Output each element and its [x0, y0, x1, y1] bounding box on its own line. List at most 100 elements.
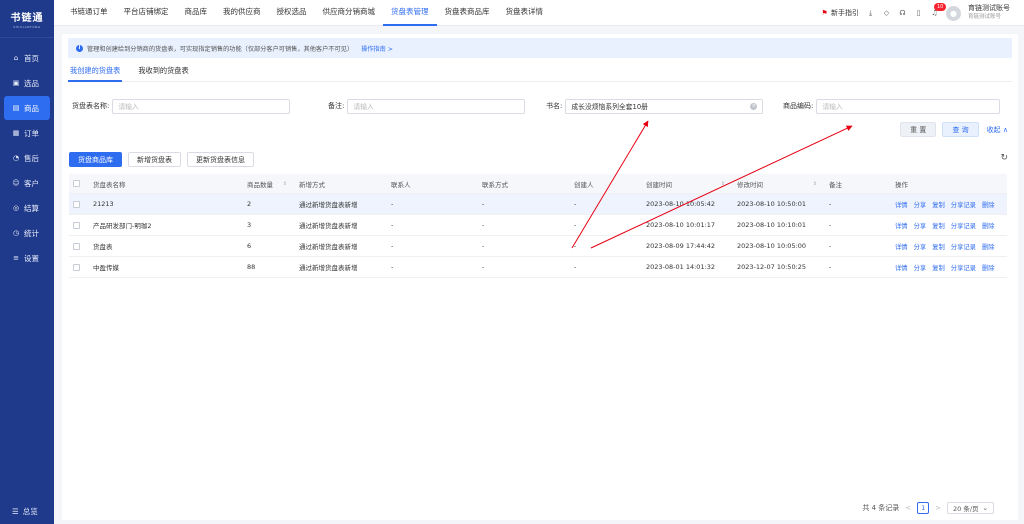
share-link[interactable]: 分享 — [914, 263, 927, 272]
row-actions: 详情 分享 复制 分享记录 删除 — [895, 221, 995, 230]
header-cell[interactable]: 创建时间 ⇕ — [640, 179, 731, 189]
table-body: 21213 2 通过新增货盘表新增 - - - 2023-08-10 10:05:42 202… — [69, 194, 1007, 278]
goods-library-button[interactable]: 货盘商品库 — [69, 152, 122, 167]
tab-received[interactable]: 我收到的货盘表 — [136, 66, 190, 82]
delete-link[interactable]: 删除 — [982, 242, 995, 251]
sort-icon[interactable]: ⇕ — [721, 181, 725, 187]
sidebar-item-stats[interactable]: ◷ 统计 — [4, 221, 50, 245]
user-info[interactable]: 育链测试账号 育链测试账号 — [968, 4, 1010, 22]
row-actions: 详情 分享 复制 分享记录 删除 — [895, 263, 995, 272]
bell-icon[interactable]: ♫ 10 — [930, 2, 947, 18]
detail-link[interactable]: 详情 — [895, 242, 908, 251]
sidebar-item-settings[interactable]: ≡ 设置 — [4, 246, 50, 270]
table-row[interactable]: 中盈传媒 88 通过新增货盘表新增 - - - 2023-08-01 14:01:32 202… — [69, 257, 1007, 278]
tab-created[interactable]: 我创建的货盘表 — [68, 66, 123, 82]
sidebar-item-select[interactable]: ▣ 选品 — [4, 71, 50, 95]
share-link[interactable]: 分享 — [914, 242, 927, 251]
top-tab-0[interactable]: 书链通订单 — [62, 0, 116, 26]
clear-icon[interactable]: × — [750, 102, 758, 110]
sidebar-item-label: 商品 — [24, 103, 39, 113]
document-icon[interactable]: ▯ — [914, 9, 923, 18]
app-logo[interactable]: 书链通 SHULIANTONG — [0, 0, 54, 38]
top-tab-7[interactable]: 货盘表商品库 — [437, 0, 498, 26]
sidebar-item-label: 统计 — [24, 228, 39, 238]
share-link[interactable]: 分享 — [914, 200, 927, 209]
collapse-button[interactable]: 收起 ∧ — [987, 125, 1008, 135]
refresh-icon[interactable]: ↻ — [1000, 153, 1008, 163]
delete-link[interactable]: 删除 — [982, 200, 995, 209]
copy-link[interactable]: 复制 — [932, 200, 945, 209]
copy-link[interactable]: 复制 — [932, 242, 945, 251]
top-tab-5[interactable]: 供应商分销商城 — [315, 0, 384, 26]
avatar[interactable]: ● — [946, 5, 961, 21]
reset-button[interactable]: 重 置 — [900, 122, 937, 137]
detail-link[interactable]: 详情 — [895, 200, 908, 209]
download-icon[interactable]: ⤓ — [866, 9, 875, 18]
sort-icon[interactable]: ⇕ — [813, 181, 817, 187]
header-cell[interactable]: 修改时间 ⇕ — [731, 179, 823, 189]
sidebar-item-settle[interactable]: ◎ 结算 — [4, 196, 50, 220]
table-row[interactable]: 21213 2 通过新增货盘表新增 - - - 2023-08-10 10:05:42 202… — [69, 194, 1007, 215]
sidebar-item-home[interactable]: ⌂ 首页 — [4, 46, 50, 70]
headset-icon[interactable]: ☊ — [898, 9, 907, 18]
top-tab-3[interactable]: 我的供应商 — [215, 0, 269, 26]
top-tab-2[interactable]: 商品库 — [177, 0, 216, 26]
guide-link[interactable]: ⚑ 新手指引 — [820, 8, 859, 18]
page-number[interactable]: 1 — [917, 502, 930, 514]
sidebar-item-overview[interactable]: ☰ 总览 — [0, 502, 54, 520]
row-checkbox[interactable] — [73, 221, 80, 229]
copy-link[interactable]: 复制 — [932, 221, 945, 230]
row-checkbox[interactable] — [73, 200, 80, 208]
delete-link[interactable]: 删除 — [982, 221, 995, 230]
user-subname: 育链测试账号 — [968, 14, 1002, 20]
row-checkbox[interactable] — [73, 242, 80, 250]
top-tab-8[interactable]: 货盘表详情 — [498, 0, 552, 26]
page-size-select[interactable]: 20 条/页 ⌄ — [947, 502, 994, 514]
add-sheet-button[interactable]: 新增货盘表 — [128, 152, 181, 167]
next-page-button[interactable]: > — [935, 504, 941, 512]
table-row[interactable]: 产品研发部门-明珈2 3 通过新增货盘表新增 - - - 2023-08-10 10:01:… — [69, 215, 1007, 236]
book-input[interactable]: 成长没烦恼系列全套10册 × — [565, 98, 764, 114]
sidebar-item-order[interactable]: ▦ 订单 — [4, 121, 50, 145]
sidebar-item-goods[interactable]: ▤ 商品 — [4, 96, 50, 120]
sidebar-item-customer[interactable]: ☺ 客户 — [4, 171, 50, 195]
code-input[interactable]: 请输入 — [816, 98, 1001, 114]
update-sheet-button[interactable]: 更新货盘表信息 — [187, 152, 254, 167]
top-tab-6[interactable]: 货盘表管理 — [383, 0, 437, 26]
query-button[interactable]: 查 询 — [942, 122, 979, 137]
share-record-link[interactable]: 分享记录 — [951, 221, 976, 230]
row-checkbox[interactable] — [73, 263, 80, 271]
logo-text: 书链通 — [10, 12, 44, 24]
select-all-checkbox[interactable] — [73, 180, 80, 187]
top-tab-1[interactable]: 平台店铺绑定 — [116, 0, 177, 26]
header-label: 创建时间 — [646, 180, 672, 189]
copy-link[interactable]: 复制 — [932, 263, 945, 272]
sort-icon[interactable]: ⇕ — [283, 181, 287, 187]
share-record-link[interactable]: 分享记录 — [951, 242, 976, 251]
diamond-icon[interactable]: ◇ — [882, 9, 891, 18]
table-cell: 2023-08-10 10:50:01 — [737, 200, 807, 208]
share-record-link[interactable]: 分享记录 — [951, 200, 976, 209]
table-cell: 通过新增货盘表新增 — [299, 222, 358, 230]
detail-link[interactable]: 详情 — [895, 221, 908, 230]
detail-link[interactable]: 详情 — [895, 263, 908, 272]
row-actions: 详情 分享 复制 分享记录 删除 — [895, 200, 995, 209]
table-cell: - — [574, 200, 577, 208]
name-input[interactable]: 请输入 — [112, 98, 291, 114]
sidebar-item-label: 选品 — [24, 78, 39, 88]
delete-link[interactable]: 删除 — [982, 263, 995, 272]
guide-link[interactable]: 操作指南 > — [361, 44, 393, 53]
header-cell[interactable]: 商品数量 ⇕ — [241, 179, 293, 189]
top-tab-4[interactable]: 授权选品 — [269, 0, 315, 26]
share-link[interactable]: 分享 — [914, 221, 927, 230]
book-value: 成长没烦恼系列全套10册 — [571, 103, 648, 111]
remark-input[interactable]: 请输入 — [347, 98, 526, 114]
prev-page-button[interactable]: < — [905, 504, 911, 512]
page-size-value: 20 条/页 — [953, 505, 979, 513]
table-cell: 中盈传媒 — [93, 264, 119, 272]
share-record-link[interactable]: 分享记录 — [951, 263, 976, 272]
pagination: 共 4 条记录 < 1 > 20 条/页 ⌄ — [862, 502, 994, 514]
sidebar-item-aftersale[interactable]: ◔ 售后 — [4, 146, 50, 170]
table-row[interactable]: 货盘表 6 通过新增货盘表新增 - - - 2023-08-09 17:44:42 2023-… — [69, 236, 1007, 257]
notification-badge: 10 — [934, 2, 947, 11]
